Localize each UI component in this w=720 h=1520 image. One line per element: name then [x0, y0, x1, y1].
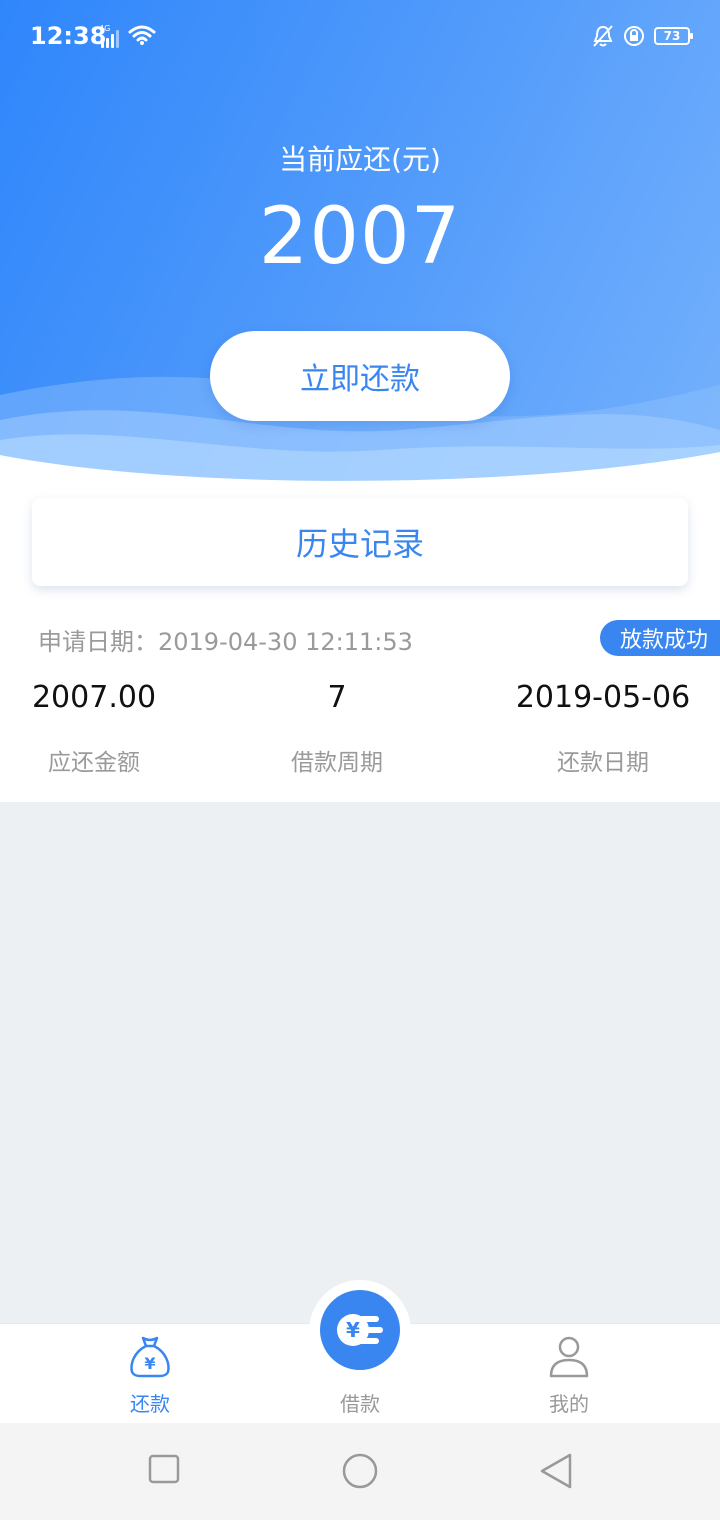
tab-mine[interactable]: 我的 [449, 1324, 689, 1424]
borrow-fab-button[interactable]: ¥ [320, 1290, 400, 1370]
wifi-icon [128, 25, 156, 45]
rotation-lock-icon [624, 26, 644, 46]
amount-value: 2007.00 [31, 680, 157, 715]
network-type: 4G [99, 24, 111, 33]
period-column: 7 借款周期 [217, 680, 457, 777]
status-time: 12:38 [30, 22, 107, 50]
svg-text:¥: ¥ [346, 1318, 360, 1342]
repay-date-label: 还款日期 [557, 750, 649, 776]
repay-date-column: 2019-05-06 还款日期 [483, 680, 720, 777]
header-banner: 12:38 4G 73 当前应还(元) 2007 立即还款 [0, 0, 720, 500]
period-value: 7 [327, 680, 347, 715]
repay-date-value: 2019-05-06 [515, 680, 691, 715]
home-button[interactable] [340, 1453, 380, 1493]
tab-borrow-label: 借款 [340, 1392, 380, 1416]
period-label: 借款周期 [291, 750, 383, 776]
status-bar: 12:38 4G 73 [0, 0, 720, 72]
amount-column: 2007.00 应还金额 [0, 680, 214, 777]
cell-signal-icon: 4G [99, 24, 125, 48]
svg-text:¥: ¥ [144, 1354, 155, 1373]
status-badge: 放款成功 [599, 620, 720, 656]
apply-date: 申请日期：2019-04-30 12:11:53 [38, 628, 413, 656]
back-button[interactable] [538, 1453, 574, 1489]
money-bag-icon: ¥ [130, 1336, 170, 1378]
repay-now-button[interactable]: 立即还款 [210, 331, 510, 421]
due-amount: 2007 [258, 192, 462, 282]
yuan-coin-icon: ¥ [337, 1314, 383, 1346]
battery-icon: 73 [654, 27, 693, 45]
history-records-button[interactable]: 历史记录 [32, 498, 688, 586]
status-right-icons: 73 [592, 24, 693, 48]
tab-repay-label: 还款 [130, 1392, 170, 1416]
due-label: 当前应还(元) [279, 143, 441, 176]
bell-muted-icon [593, 25, 613, 47]
person-icon [549, 1336, 589, 1378]
amount-label: 应还金额 [48, 750, 140, 776]
tab-repay[interactable]: ¥ 还款 [30, 1324, 270, 1424]
tab-mine-label: 我的 [549, 1392, 589, 1416]
system-nav-bar [0, 1423, 720, 1520]
recents-button[interactable] [148, 1453, 180, 1485]
